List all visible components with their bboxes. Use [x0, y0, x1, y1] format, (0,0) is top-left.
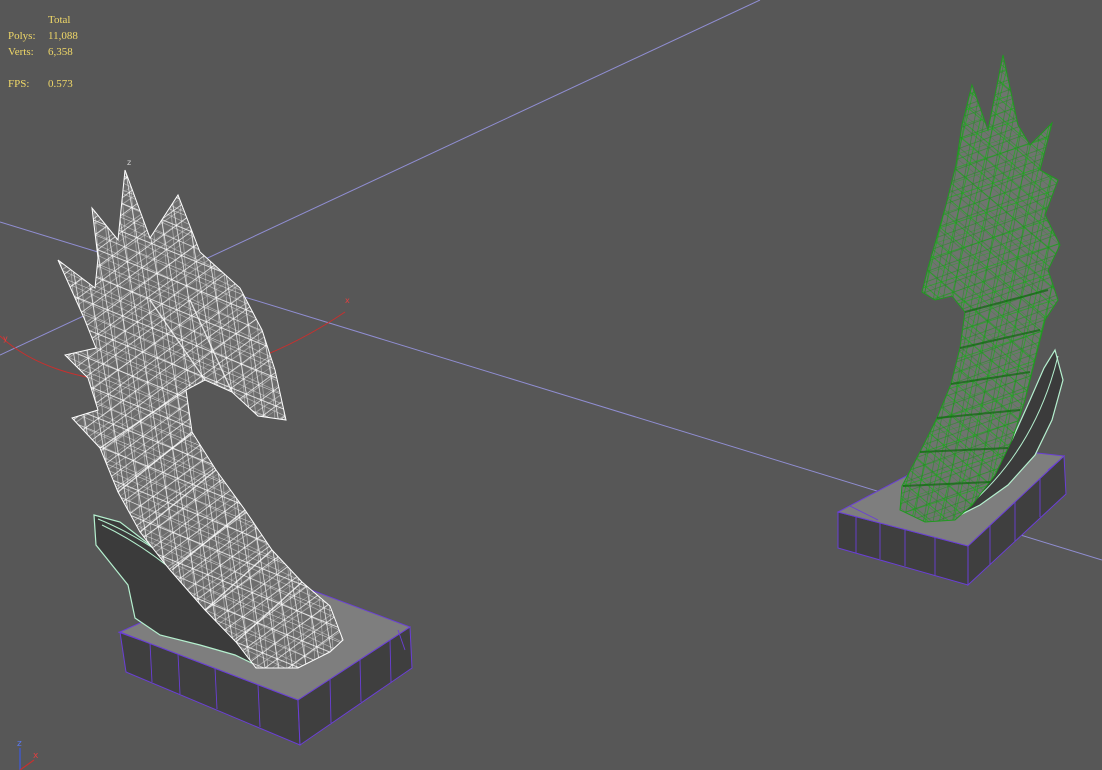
stats-verts-label: Verts:: [8, 46, 34, 58]
stats-verts-value: 6,358: [48, 46, 73, 58]
white-knight-model[interactable]: [57, 169, 413, 746]
white-knight-mesh-b: [58, 170, 343, 668]
green-knight-model[interactable]: [836, 54, 1067, 587]
tripod-x-label: x: [33, 751, 39, 761]
tripod-z-label: z: [17, 739, 22, 749]
stats-fps-value: 0.573: [48, 78, 73, 90]
viewport-canvas[interactable]: z x y z x: [0, 0, 1102, 770]
stats-polys-value: 11,088: [48, 30, 78, 42]
axis-tripod: z x: [17, 739, 39, 770]
white-knight-body[interactable]: [57, 169, 344, 669]
gizmo-y-label: y: [3, 334, 8, 343]
stats-polys-label: Polys:: [8, 30, 36, 42]
gizmo-z-label: z: [127, 158, 131, 167]
tripod-x-axis: [19, 759, 35, 770]
gizmo-x-label: x: [345, 296, 350, 305]
perspective-viewport[interactable]: z x y z x Total Polys: 11,088 Verts: 6,3…: [0, 0, 1102, 770]
stats-fps-label: FPS:: [8, 78, 30, 90]
stats-title: Total: [48, 14, 71, 26]
